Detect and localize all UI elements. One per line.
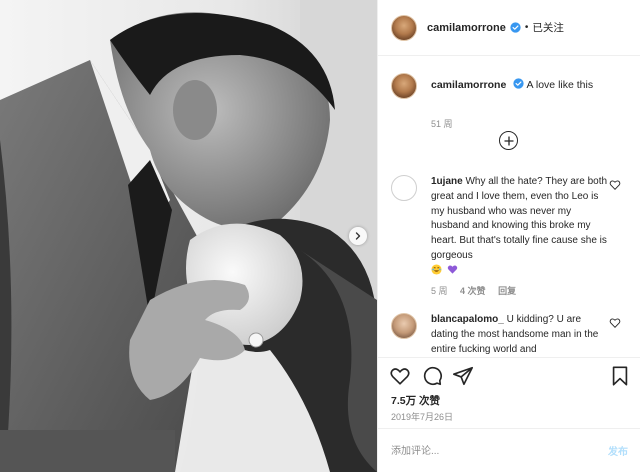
comment-meta: 5 周 4 次赞 回复 [431,284,526,297]
post-date[interactable]: 2019年7月26日 [391,410,453,423]
caption-time[interactable]: 51 周 [431,117,453,130]
comment-body: 1ujane Why all the hate? They are both g… [431,175,609,279]
post-comment-button[interactable]: 发布 [608,443,628,458]
comment-like-heart-icon[interactable] [609,317,621,329]
load-more-comments-button[interactable] [499,131,518,150]
avatar[interactable] [391,313,417,339]
caption-text: A love like this [526,79,594,91]
heart-icon[interactable] [389,365,411,387]
comment-time[interactable]: 5 周 [431,286,448,296]
post-photo-pane [0,0,377,472]
comment-username[interactable]: 1ujane [431,176,463,187]
verified-badge-icon [513,78,524,89]
instagram-post-modal: camilamorrone • 已关注 camilamorrone A love… [0,0,640,472]
post-photo [0,0,377,472]
comment-item: 1ujane Why all the hate? They are both g… [391,175,631,305]
chevron-right-icon [355,232,361,240]
avatar[interactable] [391,14,417,41]
comment-username[interactable]: blancapalomo_ [431,314,504,325]
caption-line: camilamorrone A love like this [431,78,593,91]
post-actions-bar [378,357,640,395]
crying-laughing-emoji-icon [431,264,442,275]
comment-likes-count[interactable]: 4 次赞 [460,286,486,296]
verified-badge-icon [510,22,521,33]
plus-circle-icon [503,135,514,146]
following-button[interactable]: 已关注 [532,20,564,35]
post-header: camilamorrone • 已关注 [378,0,640,56]
likes-count[interactable]: 7.5万 次赞 [391,393,440,408]
bookmark-icon[interactable] [609,365,631,387]
avatar[interactable] [391,175,417,201]
share-icon[interactable] [452,365,474,387]
comments-scroll-area[interactable]: camilamorrone A love like this 51 周 1uja… [378,57,640,357]
comment-text: Why all the hate? They are both great an… [431,176,608,261]
carousel-next-button[interactable] [349,227,367,245]
comment-reply-button[interactable]: 回复 [498,286,516,296]
post-side-panel: camilamorrone • 已关注 camilamorrone A love… [377,0,640,472]
header-username[interactable]: camilamorrone [427,22,506,34]
purple-heart-emoji-icon [447,265,458,274]
comment-body: blancapalomo_ U kidding? U are dating th… [431,313,609,357]
comment-like-heart-icon[interactable] [609,179,621,191]
caption-username[interactable]: camilamorrone [431,79,506,91]
separator-dot: • [524,22,529,33]
add-comment-bar: 发布 [378,428,640,472]
avatar[interactable] [391,73,417,99]
comment-input[interactable] [391,442,591,460]
comment-item: blancapalomo_ U kidding? U are dating th… [391,313,631,357]
comment-icon[interactable] [421,365,443,387]
